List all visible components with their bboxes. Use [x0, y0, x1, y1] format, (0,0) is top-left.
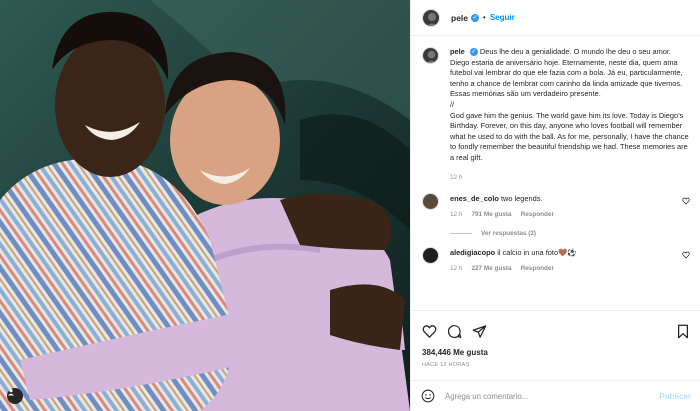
caption-portuguese: Deus lhe deu a genialidade. O mundo lhe …: [450, 47, 683, 99]
tag-user-button[interactable]: [7, 388, 23, 404]
comment-item: aledigiacopo il calcio in una foto🤎⚽ 12 …: [422, 247, 690, 274]
instagram-post: pele ✓ • Seguir pele ✓ Deus lhe deu a ge…: [0, 0, 700, 411]
separator-dot: •: [483, 13, 486, 22]
heart-icon: [422, 324, 437, 338]
comment-meta: 12 h 227 Me gusta Responder: [450, 263, 680, 274]
caption-time: 12 h: [450, 173, 463, 181]
view-replies-button[interactable]: Ver respuestas (2): [450, 230, 690, 237]
heart-icon[interactable]: [682, 197, 690, 205]
commenter-username[interactable]: enes_de_colo: [450, 194, 499, 203]
view-replies-label: Ver respuestas (2): [481, 230, 537, 238]
post-actions: 384,446 Me gusta HACE 12 HORAS: [411, 310, 700, 380]
comments-list[interactable]: pele ✓ Deus lhe deu a genialidade. O mun…: [411, 37, 700, 309]
post-side-panel: pele ✓ • Seguir pele ✓ Deus lhe deu a ge…: [410, 0, 700, 411]
post-photo[interactable]: [0, 0, 410, 411]
verified-icon: ✓: [471, 13, 480, 22]
commenter-avatar[interactable]: [422, 193, 439, 211]
bookmark-icon: [678, 324, 688, 338]
comment-time: 12 h: [450, 211, 463, 219]
share-icon: [472, 324, 487, 338]
share-button[interactable]: [472, 324, 487, 339]
follow-button[interactable]: Seguir: [490, 13, 515, 22]
caption-text: pele ✓ Deus lhe deu a genialidade. O mun…: [450, 47, 690, 183]
comment-time: 12 h: [450, 265, 463, 273]
commenter-avatar[interactable]: [422, 247, 439, 265]
tag-user-icon: [8, 389, 14, 396]
likes-count[interactable]: 384,446 Me gusta: [422, 348, 690, 357]
action-icons: [422, 322, 690, 340]
caption-divider: //: [450, 99, 455, 109]
comment-button[interactable]: [447, 324, 462, 339]
replies-line: [450, 233, 472, 235]
comment-meta: 12 h 791 Me gusta Responder: [450, 209, 680, 220]
comment-body: enes_de_colo two legends. 12 h 791 Me gu…: [450, 193, 680, 220]
comment-likes[interactable]: 227 Me gusta: [471, 263, 511, 274]
reply-button[interactable]: Responder: [521, 209, 554, 220]
comment-text: two legends.: [500, 194, 543, 204]
comment-text: il calcio in una foto🤎⚽: [497, 248, 577, 258]
emoji-icon[interactable]: [421, 389, 435, 403]
verified-icon: ✓: [469, 48, 478, 57]
caption: pele ✓ Deus lhe deu a genialidade. O mun…: [422, 47, 690, 183]
comment-icon: [447, 324, 462, 338]
photo-illustration: [0, 0, 410, 411]
post-header: pele ✓ • Seguir: [411, 0, 700, 36]
like-button[interactable]: [422, 324, 437, 339]
commenter-username[interactable]: aledigiacopo: [450, 248, 495, 257]
author-avatar[interactable]: [422, 8, 440, 27]
author-username[interactable]: pele: [451, 13, 468, 23]
caption-english: God gave him the genius. The world gave …: [450, 110, 689, 162]
heart-icon[interactable]: [682, 251, 690, 259]
post-timestamp: HACE 12 HORAS: [422, 362, 470, 368]
caption-avatar[interactable]: [422, 47, 439, 64]
comment-likes[interactable]: 791 Me gusta: [471, 209, 511, 220]
reply-button[interactable]: Responder: [521, 263, 554, 274]
caption-username[interactable]: pele: [450, 47, 465, 56]
save-button[interactable]: [676, 324, 690, 339]
comment-body: aledigiacopo il calcio in una foto🤎⚽ 12 …: [450, 247, 680, 274]
add-comment-bar: Publicar: [411, 380, 700, 411]
publish-button[interactable]: Publicar: [659, 392, 691, 401]
comment-input[interactable]: [445, 391, 660, 401]
comment-item: enes_de_colo two legends. 12 h 791 Me gu…: [422, 193, 690, 220]
